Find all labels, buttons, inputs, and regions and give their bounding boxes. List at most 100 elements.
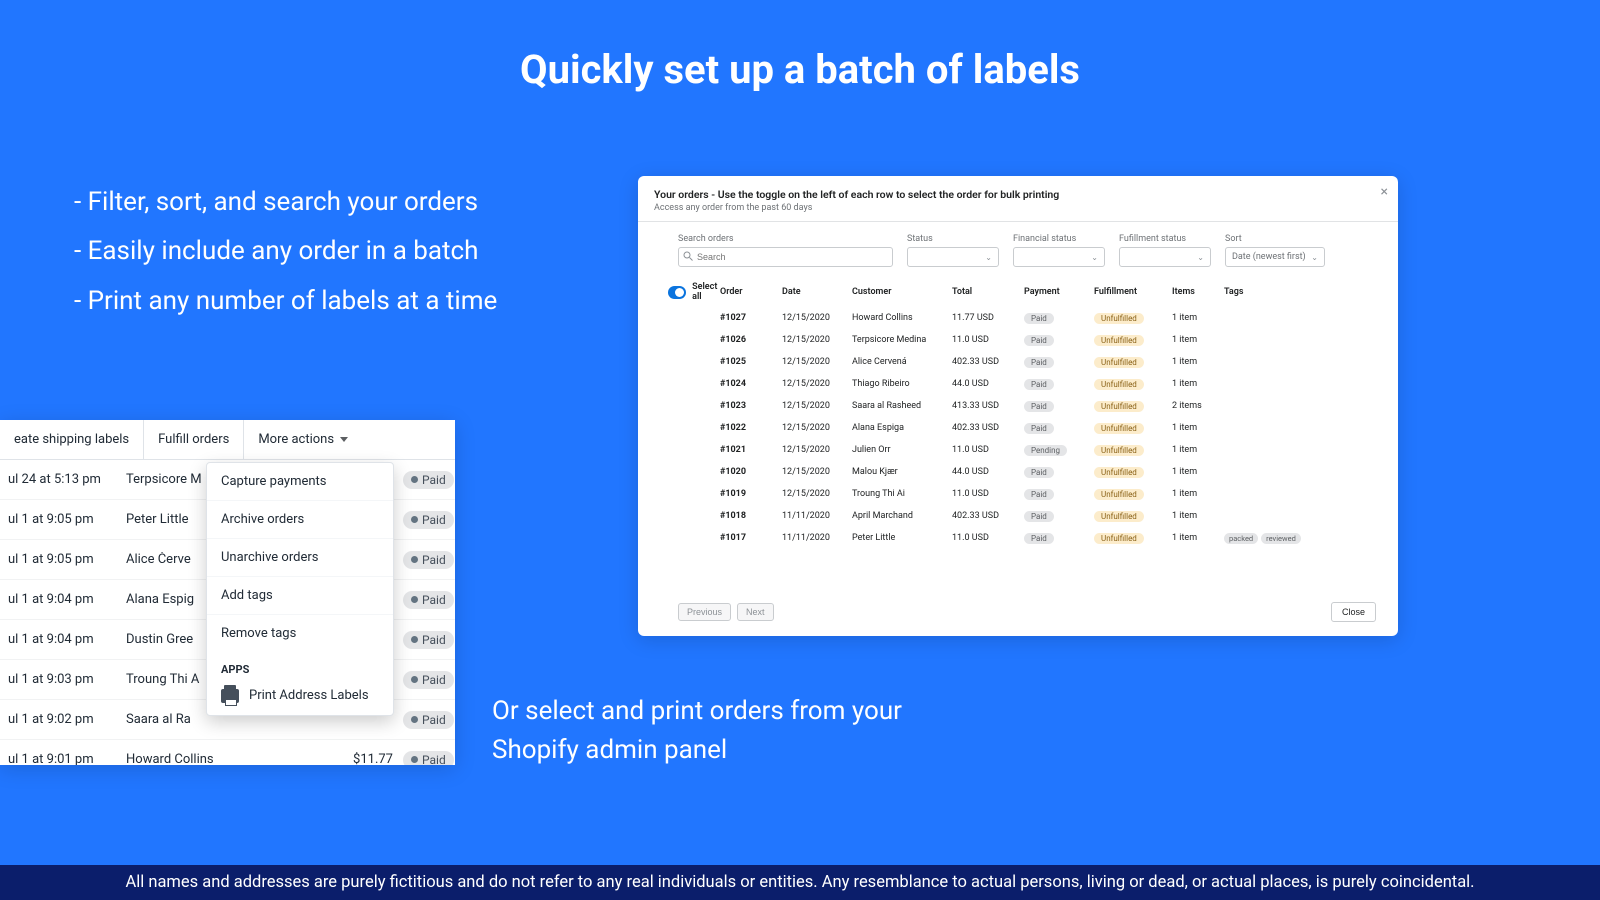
financial-status-label: Financial status <box>1013 234 1105 244</box>
status-dot-icon <box>411 756 418 763</box>
order-number[interactable]: #1019 <box>720 489 782 499</box>
orders-panel-header: Your orders - Use the toggle on the left… <box>638 176 1398 222</box>
orders-panel-title: Your orders - Use the toggle on the left… <box>654 188 1382 201</box>
order-number[interactable]: #1025 <box>720 357 782 367</box>
payment-badge: Paid <box>1024 313 1054 324</box>
tag-chip: reviewed <box>1261 533 1301 544</box>
paid-badge: Paid <box>403 711 454 729</box>
disclaimer-bar: All names and addresses are purely ficti… <box>0 865 1600 900</box>
more-actions-button[interactable]: More actions <box>244 420 362 459</box>
fulfillment-badge: Unfulfilled <box>1094 335 1144 346</box>
order-total: 11.0 USD <box>952 489 1024 499</box>
menu-item-archive-orders[interactable]: Archive orders <box>207 501 393 539</box>
order-total: 44.0 USD <box>952 467 1024 477</box>
order-number[interactable]: #1026 <box>720 335 782 345</box>
items-count: 1 item <box>1172 533 1224 543</box>
orders-panel-subtitle: Access any order from the past 60 days <box>654 203 1382 213</box>
payment-badge: Paid <box>1024 379 1054 390</box>
order-time: ul 1 at 9:04 pm <box>8 632 126 647</box>
order-total: 11.0 USD <box>952 445 1024 455</box>
table-row: #102212/15/2020Alana Espiga402.33 USDPai… <box>668 417 1368 439</box>
order-number[interactable]: #1021 <box>720 445 782 455</box>
close-icon[interactable]: × <box>1381 184 1388 200</box>
order-date: 11/11/2020 <box>782 511 852 521</box>
menu-item-print-address-labels[interactable]: Print Address Labels <box>207 680 393 715</box>
orders-table: Select all Order Date Customer Total Pay… <box>638 275 1398 549</box>
fulfillment-badge: Unfulfilled <box>1094 533 1144 544</box>
menu-item-add-tags[interactable]: Add tags <box>207 577 393 615</box>
sort-label: Sort <box>1225 234 1325 244</box>
status-dot-icon <box>411 596 418 603</box>
previous-button[interactable]: Previous <box>678 603 731 621</box>
admin-order-row[interactable]: ul 1 at 9:01 pmHoward Collins$11.77Paid <box>0 740 455 765</box>
orders-panel-footer: Previous Next Close <box>638 592 1398 636</box>
order-time: ul 24 at 5:13 pm <box>8 472 126 487</box>
paid-badge: Paid <box>403 751 454 766</box>
orders-table-header: Select all Order Date Customer Total Pay… <box>668 281 1368 303</box>
order-total: 402.33 USD <box>952 423 1024 433</box>
order-number[interactable]: #1022 <box>720 423 782 433</box>
customer-name: Saara al Ra <box>126 712 216 727</box>
select-all-label: Select all <box>692 282 720 302</box>
col-payment: Payment <box>1024 287 1094 297</box>
payment-badge: Paid <box>1024 489 1054 500</box>
paid-badge: Paid <box>403 591 454 609</box>
select-all-toggle[interactable] <box>668 286 686 299</box>
order-time: ul 1 at 9:01 pm <box>8 752 126 765</box>
close-button[interactable]: Close <box>1331 602 1376 622</box>
admin-toolbar: eate shipping labels Fulfill orders More… <box>0 420 455 460</box>
order-number[interactable]: #1024 <box>720 379 782 389</box>
order-time: ul 1 at 9:05 pm <box>8 512 126 527</box>
status-dot-icon <box>411 516 418 523</box>
more-actions-menu: Capture payments Archive orders Unarchiv… <box>206 462 394 716</box>
menu-item-remove-tags[interactable]: Remove tags <box>207 615 393 652</box>
order-total: 402.33 USD <box>952 511 1024 521</box>
items-count: 1 item <box>1172 511 1224 521</box>
paid-badge: Paid <box>403 551 454 569</box>
fulfillment-status-select[interactable]: ⌄ <box>1119 247 1211 267</box>
payment-badge: Paid <box>1024 335 1054 346</box>
customer-name: Peter Little <box>126 512 216 527</box>
sort-select[interactable]: Date (newest first)⌄ <box>1225 247 1325 267</box>
search-label: Search orders <box>678 234 893 244</box>
next-button[interactable]: Next <box>737 603 774 621</box>
fulfillment-badge: Unfulfilled <box>1094 379 1144 390</box>
menu-item-capture-payments[interactable]: Capture payments <box>207 463 393 501</box>
order-number[interactable]: #1023 <box>720 401 782 411</box>
customer-name: Terpsicore M <box>126 472 216 487</box>
items-count: 1 item <box>1172 313 1224 323</box>
menu-item-unarchive-orders[interactable]: Unarchive orders <box>207 539 393 577</box>
create-shipping-labels-button[interactable]: eate shipping labels <box>0 420 144 459</box>
order-number[interactable]: #1018 <box>720 511 782 521</box>
sub-caption-line: Or select and print orders from your <box>492 692 902 731</box>
chevron-down-icon: ⌄ <box>1197 253 1204 262</box>
payment-badge: Paid <box>1024 467 1054 478</box>
financial-status-select[interactable]: ⌄ <box>1013 247 1105 267</box>
customer-name: Dustin Gree <box>126 632 216 647</box>
paid-badge: Paid <box>403 511 454 529</box>
fulfill-orders-button[interactable]: Fulfill orders <box>144 420 244 459</box>
order-time: ul 1 at 9:05 pm <box>8 552 126 567</box>
tag-chip: packed <box>1224 533 1258 544</box>
page-headline: Quickly set up a batch of labels <box>0 0 1600 93</box>
feature-bullets: - Filter, sort, and search your orders -… <box>74 178 497 326</box>
table-row: #101912/15/2020Troung Thi Ai11.0 USDPaid… <box>668 483 1368 505</box>
status-select[interactable]: ⌄ <box>907 247 999 267</box>
payment-badge: Paid <box>1024 533 1054 544</box>
search-input[interactable] <box>678 247 893 267</box>
payment-badge: Paid <box>1024 511 1054 522</box>
order-number[interactable]: #1020 <box>720 467 782 477</box>
items-count: 2 items <box>1172 401 1224 411</box>
order-number[interactable]: #1027 <box>720 313 782 323</box>
order-date: 12/15/2020 <box>782 445 852 455</box>
col-total: Total <box>952 287 1024 297</box>
col-date: Date <box>782 287 852 297</box>
fulfillment-badge: Unfulfilled <box>1094 489 1144 500</box>
order-number[interactable]: #1017 <box>720 533 782 543</box>
payment-badge: Pending <box>1024 445 1067 456</box>
col-fulfillment: Fulfillment <box>1094 287 1172 297</box>
order-total: 413.33 USD <box>952 401 1024 411</box>
bullet-item: - Filter, sort, and search your orders <box>74 178 497 227</box>
chevron-down-icon: ⌄ <box>1311 253 1318 262</box>
fulfillment-badge: Unfulfilled <box>1094 467 1144 478</box>
